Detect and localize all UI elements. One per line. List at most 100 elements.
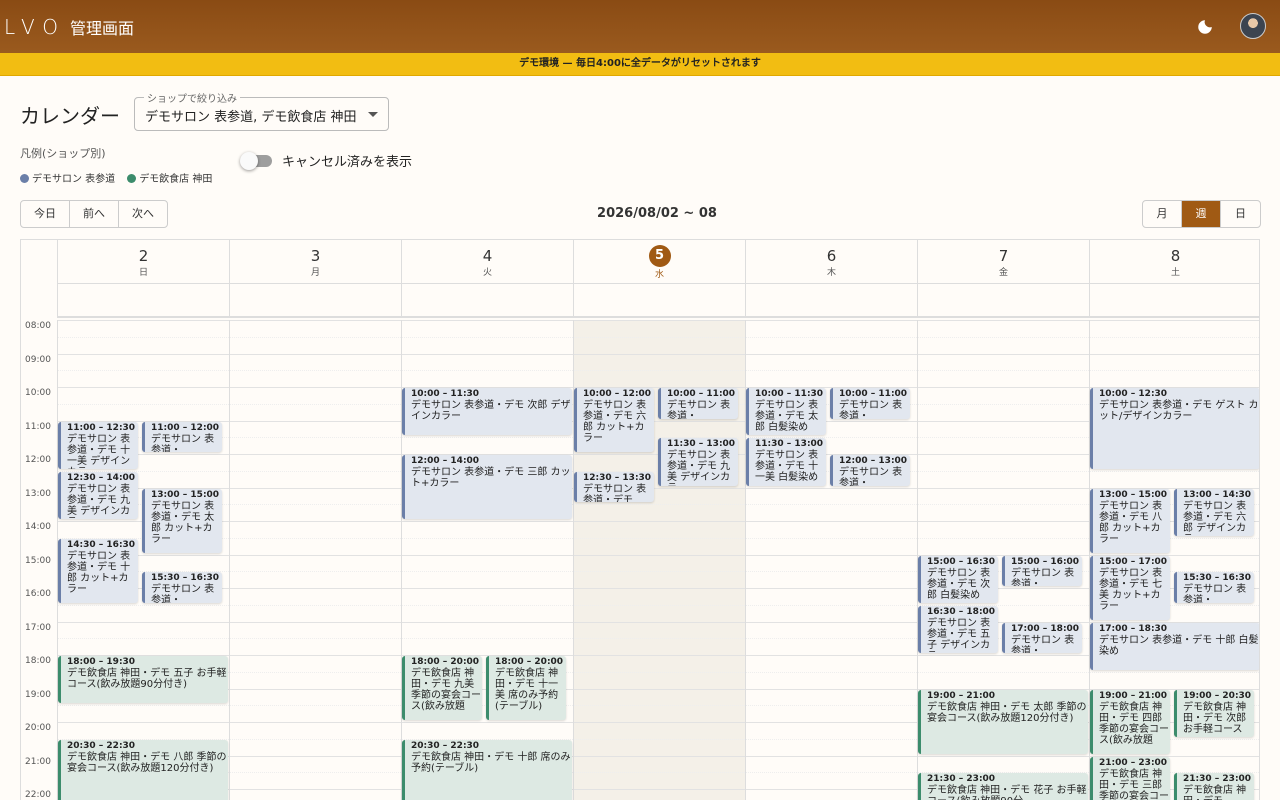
calendar-event[interactable]: 18:00 – 20:00 デモ飲食店 神田・デモ 十一美 席のみ予約(テーブル): [486, 656, 566, 720]
calendar-event[interactable]: 15:00 – 16:00 デモサロン 表参道・: [1002, 555, 1082, 586]
calendar-event[interactable]: 21:30 – 23:00デモ飲食店 神田・デモ: [1174, 773, 1254, 800]
time-label: 16:00: [25, 589, 51, 599]
day-number[interactable]: 8: [1090, 247, 1259, 265]
calendar-event[interactable]: 15:30 – 16:30 デモサロン 表参道・: [142, 572, 222, 603]
event-title: デモサロン 表参道・: [151, 433, 215, 453]
weekday-label: 木: [826, 268, 836, 278]
all-day-cell[interactable]: [57, 284, 229, 316]
calendar-event[interactable]: 10:00 – 12:30 デモサロン 表参道・デモ ゲスト カット/デザインカラ…: [1090, 388, 1259, 469]
day-number[interactable]: 7: [918, 247, 1089, 265]
all-day-cell[interactable]: [229, 284, 401, 316]
show-cancelled-label: キャンセル済みを表示: [282, 155, 413, 170]
event-time: 20:30 – 22:30: [411, 740, 480, 751]
show-cancelled-toggle[interactable]: キャンセル済みを表示: [240, 151, 413, 170]
event-time: 17:00 – 18:00: [1011, 623, 1080, 634]
day-number[interactable]: 2: [58, 247, 229, 265]
day-number[interactable]: 6: [746, 247, 917, 265]
event-time: 15:00 – 16:00: [1011, 556, 1080, 567]
calendar-event[interactable]: 17:00 – 18:30 デモサロン 表参道・デモ 十郎 白髪染め: [1090, 622, 1259, 670]
half-hour-line: [57, 370, 1259, 372]
calendar-event[interactable]: 10:00 – 11:00 デモサロン 表参道・: [658, 388, 738, 419]
calendar-event[interactable]: 11:00 – 12:30デモサロン 表参道・デモ 十一美 デザインカラー: [58, 421, 138, 469]
event-time: 18:00 – 20:00: [411, 657, 480, 667]
all-day-cell[interactable]: [745, 284, 917, 316]
calendar-event[interactable]: 10:00 – 11:30 デモサロン 表参道・デモ 太郎 白髪染め: [746, 388, 826, 436]
calendar-event[interactable]: 13:00 – 15:00 デモサロン 表参道・デモ 太郎 カット+カラー: [142, 488, 222, 553]
calendar-event[interactable]: 16:30 – 18:00デモサロン 表参道・デモ 五子 デザインカラー: [918, 605, 998, 653]
app-bar: LVO 管理画面: [0, 0, 1280, 53]
day-header-7[interactable]: 7金: [917, 240, 1089, 283]
caret-down-icon: [368, 112, 378, 117]
calendar-event[interactable]: 13:00 – 15:00 デモサロン 表参道・デモ 八郎 カット+カラー: [1090, 488, 1170, 553]
calendar-event[interactable]: 20:30 – 22:30 デモ飲食店 神田・デモ 八郎 季節の宴会コース(飲み放…: [58, 739, 228, 800]
hour-line: [57, 655, 1259, 656]
legend-item: デモサロン 表参道: [20, 170, 115, 185]
calendar-event[interactable]: 21:30 – 23:00デモ飲食店 神田・デモ 花子 お手軽コース(飲み放題9…: [918, 773, 1088, 800]
day-header-4[interactable]: 4火: [401, 240, 573, 283]
calendar-event[interactable]: 20:30 – 22:30 デモ飲食店 神田・デモ 十郎 席のみ予約(テーブル): [402, 739, 572, 800]
day-number[interactable]: 3: [230, 247, 401, 265]
calendar-event[interactable]: 11:30 – 13:00デモサロン 表参道・デモ 九美 デザインカラー: [658, 438, 738, 486]
half-hour-line: [57, 671, 1259, 673]
hour-line: [57, 320, 1259, 321]
event-time: 13:00 – 15:00: [1099, 489, 1168, 500]
calendar-event[interactable]: 12:30 – 13:30 デモサロン 表参道・デモ: [574, 471, 654, 503]
calendar-event[interactable]: 19:00 – 21:00 デモ飲食店 神田・デモ 太郎 季節の宴会コース(飲み放…: [918, 689, 1088, 754]
time-label: 10:00: [25, 388, 51, 398]
event-title: デモサロン 表参道・デモ: [583, 483, 647, 503]
calendar-event[interactable]: 14:30 – 16:30 デモサロン 表参道・デモ 十郎 カット+カラー: [58, 538, 138, 603]
calendar-event[interactable]: 13:00 – 14:30デモサロン 表参道・デモ 六郎 デザインカラー: [1174, 488, 1254, 536]
calendar-event[interactable]: 11:00 – 12:00 デモサロン 表参道・: [142, 421, 222, 453]
day-header-6[interactable]: 6木: [745, 240, 917, 283]
calendar-event[interactable]: 18:00 – 20:00 デモ飲食店 神田・デモ 九美 季節の宴会コース(飲み放…: [402, 656, 482, 720]
calendar-event[interactable]: 10:00 – 11:00 デモサロン 表参道・: [830, 388, 910, 419]
event-time: 12:30 – 14:00: [67, 472, 136, 483]
moon-icon[interactable]: [1196, 18, 1214, 36]
calendar-event[interactable]: 15:00 – 17:00 デモサロン 表参道・デモ 七美 カット+カラー: [1090, 555, 1170, 620]
day-header-3[interactable]: 3月: [229, 240, 401, 283]
calendar-event[interactable]: 11:30 – 13:00 デモサロン 表参道・デモ 十一美 白髪染め: [746, 438, 826, 486]
calendar-event[interactable]: 17:00 – 18:00 デモサロン 表参道・: [1002, 622, 1082, 653]
calendar-event[interactable]: 10:00 – 12:00 デモサロン 表参道・デモ 六郎 カット+カラー: [574, 388, 654, 452]
event-title: デモサロン 表参道・デモ 十一美 白髪染め: [755, 450, 819, 484]
event-title: デモサロン 表参道・: [667, 400, 731, 419]
event-title: デモ飲食店 神田・デモ 次郎 お手軽コース: [1183, 701, 1247, 735]
calendar-event[interactable]: 15:30 – 16:30 デモサロン 表参道・: [1174, 572, 1254, 603]
toggle-thumb[interactable]: [240, 151, 258, 170]
all-day-cell[interactable]: [1089, 284, 1259, 316]
user-avatar[interactable]: [1240, 13, 1266, 39]
toggle-track[interactable]: [240, 151, 272, 170]
app-logo[interactable]: LVO: [4, 15, 66, 39]
legend-dot-icon: [127, 174, 137, 183]
calendar-event[interactable]: 15:00 – 16:30 デモサロン 表参道・デモ 次郎 白髪染め: [918, 555, 998, 603]
weekday-label: 土: [1170, 268, 1180, 278]
all-day-cell[interactable]: [917, 284, 1089, 316]
time-label: 09:00: [25, 354, 51, 365]
all-day-cell[interactable]: [401, 284, 573, 316]
calendar-event[interactable]: 18:00 – 19:30 デモ飲食店 神田・デモ 五子 お手軽コース(飲み放題9…: [58, 656, 228, 704]
day-number[interactable]: 4: [402, 247, 573, 265]
calendar-event[interactable]: 12:00 – 14:00 デモサロン 表参道・デモ 三郎 カット+カラー: [402, 455, 572, 519]
calendar-event[interactable]: 12:00 – 13:00 デモサロン 表参道・: [830, 455, 910, 486]
event-time: 10:00 – 11:00: [667, 389, 736, 399]
time-label: 13:00: [25, 488, 51, 499]
event-title: デモサロン 表参道・デモ 太郎 カット+カラー: [151, 500, 215, 545]
month-view-button[interactable]: 月: [1143, 201, 1182, 227]
calendar-event[interactable]: 19:00 – 21:00 デモ飲食店 神田・デモ 四郎 季節の宴会コース(飲み放…: [1090, 689, 1170, 754]
day-number[interactable]: 5: [648, 245, 671, 267]
day-header-2[interactable]: 2日: [57, 240, 229, 283]
calendar-event[interactable]: 21:00 – 23:00デモ飲食店 神田・デモ 三郎 季節の宴会コース: [1090, 756, 1170, 800]
event-title: デモ飲食店 神田・デモ 十郎 席のみ予約(テーブル): [411, 751, 571, 774]
shop-filter-select[interactable]: ショップで絞り込み デモサロン 表参道, デモ飲食店 神田: [134, 90, 389, 131]
event-time: 16:30 – 18:00: [927, 606, 996, 617]
day-header-8[interactable]: 8土: [1089, 240, 1259, 283]
all-day-cell[interactable]: [573, 284, 745, 316]
calendar-event[interactable]: 12:30 – 14:00デモサロン 表参道・デモ 九美 デザインカラー: [58, 471, 138, 519]
calendar-event[interactable]: 10:00 – 11:30 デモサロン 表参道・デモ 次郎 デザインカラー: [402, 388, 572, 436]
app-title: 管理画面: [70, 18, 135, 38]
time-grid[interactable]: 08:00 09:00 10:00 11:00 12:00 13:00 14:00 15:00…: [21, 320, 1259, 800]
day-view-button[interactable]: 日: [1221, 201, 1260, 227]
calendar-event[interactable]: 19:00 – 20:30 デモ飲食店 神田・デモ 次郎 お手軽コース: [1174, 689, 1254, 737]
week-view-button[interactable]: 週: [1182, 201, 1221, 227]
day-header-5[interactable]: 5水: [573, 240, 745, 283]
